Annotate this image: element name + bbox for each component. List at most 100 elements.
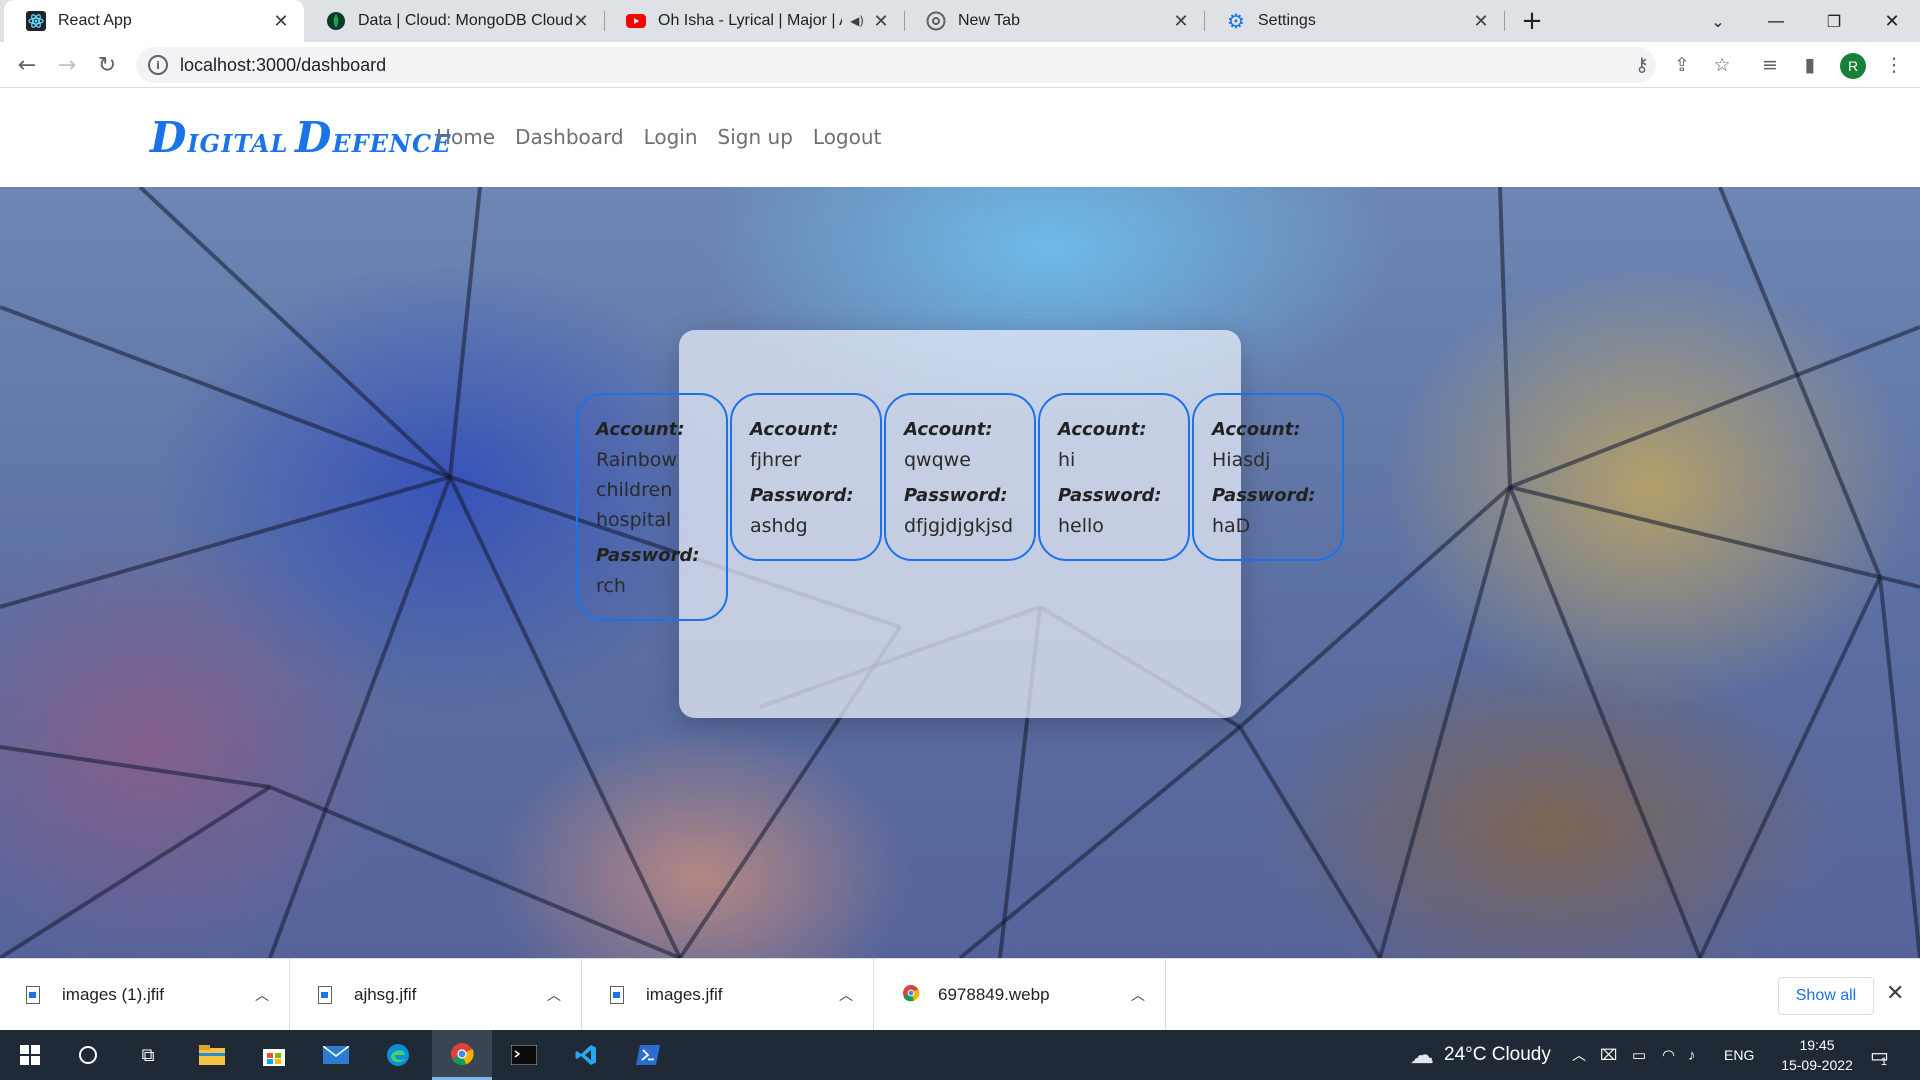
chevron-up-icon[interactable]: ︿ — [255, 985, 269, 1005]
media-queue-icon[interactable]: ≡ — [1756, 51, 1784, 79]
nav-logout-link[interactable]: Logout — [813, 125, 881, 149]
credential-card[interactable]: Account: Rainbow children hospital Passw… — [576, 393, 728, 621]
password-value: rch — [596, 575, 626, 597]
nav-signup-link[interactable]: Sign up — [718, 125, 793, 149]
profile-avatar[interactable]: R — [1840, 53, 1866, 79]
tab-title: React App — [58, 12, 132, 29]
browser-tab-strip: React App ✕ Data | Cloud: MongoDB Cloud … — [0, 0, 1920, 42]
credential-card[interactable]: Account: hi Password: hello — [1038, 393, 1190, 561]
mail-icon[interactable] — [306, 1030, 366, 1080]
download-filename: images (1).jfif — [62, 985, 165, 1004]
credential-card[interactable]: Account: fjhrer Password: ashdg — [730, 393, 882, 561]
chevron-up-icon[interactable]: ︿ — [1131, 985, 1145, 1005]
site-navbar: DIGITAL DEFENCE Home Dashboard Login Sig… — [0, 89, 1920, 187]
chevron-up-icon[interactable]: ︿ — [839, 985, 853, 1005]
chrome-icon — [926, 11, 946, 31]
dashboard-hero-background: Account: Rainbow children hospital Passw… — [0, 187, 1920, 958]
url-text: localhost:3000/dashboard — [180, 54, 387, 75]
nav-login-link[interactable]: Login — [644, 125, 698, 149]
minimize-button[interactable]: — — [1748, 0, 1804, 42]
account-label: Account: — [750, 419, 839, 440]
tab-title: Settings — [1258, 12, 1316, 29]
tab-react-app[interactable]: React App ✕ — [4, 0, 304, 42]
brand-letter: D — [150, 113, 188, 162]
key-icon[interactable]: ⚷ — [1628, 51, 1656, 79]
chevron-up-tray-icon[interactable]: ︿ — [1572, 1030, 1586, 1080]
account-value: qwqwe — [904, 449, 971, 471]
close-tab-icon[interactable]: ✕ — [1472, 11, 1490, 32]
tab-youtube[interactable]: Oh Isha - Lyrical | Major | Adi ◀) ✕ — [604, 0, 904, 42]
back-arrow-icon[interactable]: ← — [10, 48, 44, 82]
close-window-button[interactable]: ✕ — [1864, 0, 1920, 42]
device-icon[interactable]: ⌧ — [1600, 1030, 1617, 1080]
close-tab-icon[interactable]: ✕ — [572, 11, 590, 32]
restore-button[interactable]: ❐ — [1806, 0, 1862, 42]
nav-links: Home Dashboard Login Sign up Logout — [436, 125, 881, 149]
download-item[interactable]: ajhsg.jfif ︿ — [292, 959, 582, 1031]
nav-dashboard-link[interactable]: Dashboard — [515, 125, 624, 149]
clock[interactable]: 19:45 15-09-2022 — [1774, 1030, 1860, 1080]
bookmark-star-icon[interactable]: ☆ — [1708, 51, 1736, 79]
clock-date: 15-09-2022 — [1781, 1057, 1853, 1073]
windows-start-icon[interactable] — [0, 1030, 60, 1080]
brand-logo[interactable]: DIGITAL DEFENCE — [150, 113, 451, 162]
address-bar[interactable]: i localhost:3000/dashboard — [136, 47, 1656, 83]
task-view-icon[interactable]: ⧉ — [118, 1030, 178, 1080]
download-item[interactable]: images (1).jfif ︿ — [0, 959, 290, 1031]
reload-icon[interactable]: ↻ — [90, 48, 124, 82]
file-icon — [610, 986, 624, 1004]
wifi-icon[interactable]: ◠ — [1662, 1030, 1675, 1080]
file-icon — [26, 986, 40, 1004]
language-indicator[interactable]: ENG — [1724, 1030, 1754, 1080]
download-filename: images.jfif — [646, 985, 723, 1004]
kebab-menu-icon[interactable]: ⋮ — [1880, 51, 1908, 79]
new-tab-button[interactable]: + — [1504, 0, 1560, 42]
account-label: Account: — [1212, 419, 1301, 440]
close-downloads-icon[interactable]: ✕ — [1886, 981, 1904, 1006]
close-tab-icon[interactable]: ✕ — [1172, 11, 1190, 32]
download-item[interactable]: images.jfif ︿ — [584, 959, 874, 1031]
downloads-shelf: images (1).jfif ︿ ajhsg.jfif ︿ images.jf… — [0, 958, 1920, 1031]
site-info-icon[interactable]: i — [148, 55, 168, 75]
brand-word: IGITAL — [187, 129, 289, 158]
credential-card[interactable]: Account: Hiasdj Password: haD — [1192, 393, 1344, 561]
cloud-icon: ☁ — [1410, 1041, 1434, 1069]
windows-taskbar: ⧉ ☁ 24°C Cloudy ︿ ⌧ ▭ ◠ ♪ ENG 19:45 15-0… — [0, 1030, 1920, 1080]
password-value: dfjgjdjgkjsd — [904, 515, 1014, 537]
password-label: Password: — [750, 485, 854, 506]
nav-home-link[interactable]: Home — [436, 125, 495, 149]
volume-icon[interactable]: ♪ — [1688, 1030, 1696, 1080]
file-explorer-icon[interactable] — [182, 1030, 242, 1080]
terminal-icon[interactable] — [494, 1030, 554, 1080]
notification-icon[interactable]: ▭ 1 — [1870, 1030, 1889, 1080]
tab-new-tab[interactable]: New Tab ✕ — [904, 0, 1204, 42]
search-circle-icon[interactable] — [58, 1030, 118, 1080]
forward-arrow-icon[interactable]: → — [50, 48, 84, 82]
chrome-icon — [902, 984, 920, 1007]
close-tab-icon[interactable]: ✕ — [872, 11, 890, 32]
chrome-taskbar-icon[interactable] — [432, 1030, 492, 1080]
audio-playing-icon[interactable]: ◀) — [850, 14, 864, 28]
powershell-icon[interactable] — [618, 1030, 678, 1080]
password-value: haD — [1212, 515, 1251, 537]
tab-settings[interactable]: ⚙ Settings ✕ — [1204, 0, 1504, 42]
side-panel-icon[interactable]: ▮ — [1796, 51, 1824, 79]
account-value: Hiasdj — [1212, 449, 1271, 471]
react-icon — [26, 11, 46, 31]
download-filename: 6978849.webp — [938, 985, 1050, 1004]
vscode-icon[interactable] — [556, 1030, 616, 1080]
share-icon[interactable]: ⇪ — [1668, 51, 1696, 79]
edge-icon[interactable] — [368, 1030, 428, 1080]
show-all-downloads-button[interactable]: Show all — [1778, 977, 1874, 1015]
microsoft-store-icon[interactable] — [244, 1030, 304, 1080]
chevron-up-icon[interactable]: ︿ — [547, 985, 561, 1005]
tab-mongodb[interactable]: Data | Cloud: MongoDB Cloud ✕ — [304, 0, 604, 42]
close-tab-icon[interactable]: ✕ — [272, 11, 290, 32]
weather-widget[interactable]: ☁ 24°C Cloudy — [1410, 1030, 1551, 1080]
credential-card[interactable]: Account: qwqwe Password: dfjgjdjgkjsd — [884, 393, 1036, 561]
battery-icon[interactable]: ▭ — [1632, 1030, 1646, 1080]
browser-toolbar: ← → ↻ i localhost:3000/dashboard ⚷ ⇪ ☆ ≡… — [0, 42, 1920, 88]
account-value: hi — [1058, 449, 1076, 471]
tab-search-chevron-icon[interactable]: ⌄ — [1690, 0, 1746, 42]
download-item[interactable]: 6978849.webp ︿ — [876, 959, 1166, 1031]
